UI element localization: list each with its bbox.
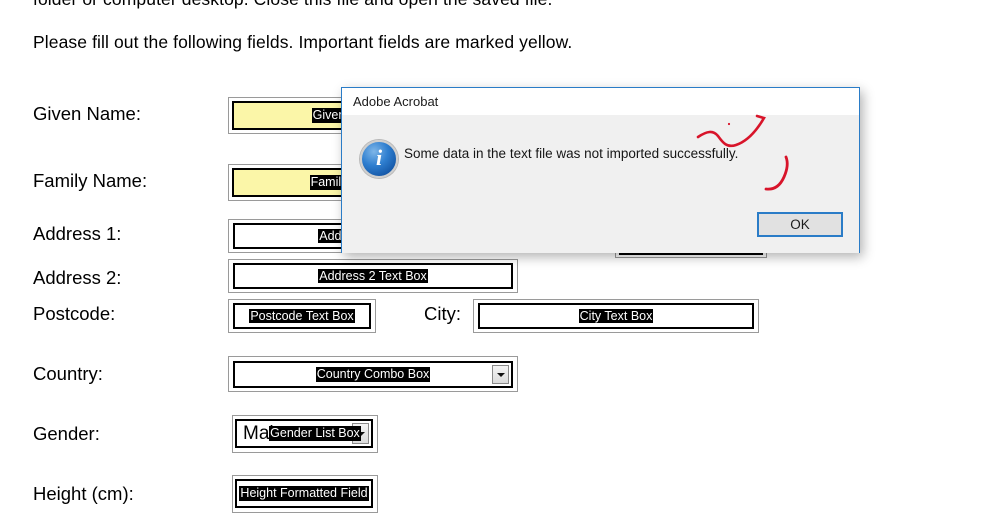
input-city[interactable]: City Text Box — [478, 303, 754, 329]
label-address-1: Address 1: — [33, 223, 122, 244]
label-postcode: Postcode: — [33, 303, 116, 324]
dialog-titlebar: Adobe Acrobat — [342, 88, 859, 115]
adobe-acrobat-dialog: Adobe Acrobat i Some data in the text fi… — [341, 87, 860, 253]
dialog-title: Adobe Acrobat — [353, 94, 439, 109]
info-icon: i — [360, 140, 398, 178]
ok-button[interactable]: OK — [757, 212, 843, 237]
label-city: City: — [424, 303, 461, 324]
field-tag-city: City Text Box — [578, 308, 654, 324]
document-paragraph-instructions: Please fill out the following fields. Im… — [33, 32, 573, 52]
chevron-down-icon[interactable] — [492, 365, 509, 384]
dialog-message-text: Some data in the text file was not impor… — [404, 146, 739, 161]
label-height: Height (cm): — [33, 483, 134, 504]
input-address-2[interactable]: Address 2 Text Box — [233, 263, 513, 289]
document-paragraph-clipped: folder or computer desktop. Close this f… — [33, 0, 552, 10]
input-height[interactable]: Height Formatted Field — [235, 479, 373, 508]
label-family-name: Family Name: — [33, 170, 148, 191]
pdf-page-canvas: folder or computer desktop. Close this f… — [0, 0, 1003, 514]
label-country: Country: — [33, 363, 103, 384]
dialog-body: i Some data in the text file was not imp… — [342, 115, 859, 253]
label-given-name: Given Name: — [33, 103, 141, 124]
field-tag-gender: Gender List Box — [269, 426, 361, 441]
field-tag-height: Height Formatted Field — [239, 486, 369, 501]
listbox-gender[interactable]: Male Gender List Box — [235, 419, 373, 448]
input-postcode[interactable]: Postcode Text Box — [233, 303, 371, 329]
label-gender: Gender: — [33, 423, 100, 444]
info-icon-glyph: i — [375, 145, 383, 170]
combobox-country[interactable]: Country Combo Box — [233, 361, 513, 388]
label-address-2: Address 2: — [33, 267, 122, 288]
field-tag-country: Country Combo Box — [315, 367, 431, 382]
field-tag-address-2: Address 2 Text Box — [318, 268, 428, 284]
field-tag-postcode: Postcode Text Box — [249, 308, 355, 324]
